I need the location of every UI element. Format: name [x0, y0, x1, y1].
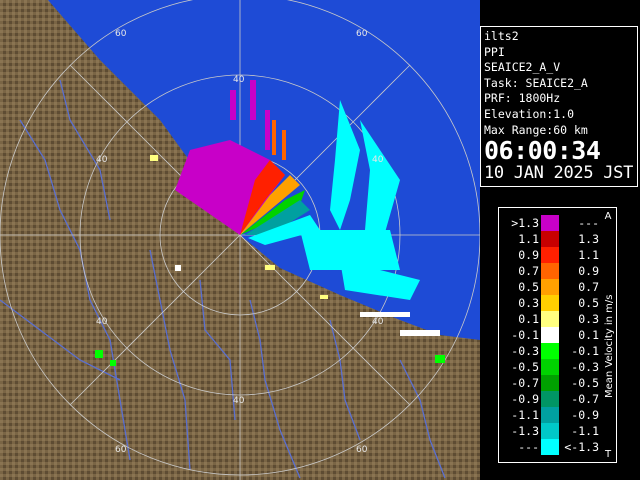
legend-lower-bound: >1.3 [511, 216, 539, 230]
legend-swatch [541, 279, 559, 295]
legend-swatch [541, 407, 559, 423]
legend-upper-bound: -0.3 [571, 360, 599, 374]
legend-swatch [541, 375, 559, 391]
legend-lower-bound: --- [518, 440, 539, 454]
legend-row: 0.7 0.9 [499, 263, 616, 279]
legend-upper-bound: -0.1 [571, 344, 599, 358]
task-name: Task: SEAICE2_A [484, 75, 588, 90]
legend-swatch [541, 231, 559, 247]
legend-row: -0.7 -0.5 [499, 375, 616, 391]
legend-lower-bound: -0.3 [511, 344, 539, 358]
legend-lower-bound: -0.1 [511, 328, 539, 342]
legend-upper-bound: 0.1 [578, 328, 599, 342]
legend-swatch [541, 359, 559, 375]
legend-upper-bound: -0.7 [571, 392, 599, 406]
legend-upper-bound: 1.3 [578, 232, 599, 246]
legend-swatch [541, 391, 559, 407]
legend-lower-bound: 0.9 [518, 248, 539, 262]
legend-title: A Mean Velocity in m/s T [604, 211, 615, 460]
legend-upper-bound: 1.1 [578, 248, 599, 262]
legend-lower-bound: -1.3 [511, 424, 539, 438]
legend-swatch [541, 423, 559, 439]
range-label: 40 [233, 75, 245, 85]
range-label: 40 [372, 317, 384, 327]
legend-lower-bound: -0.9 [511, 392, 539, 406]
legend-row: 0.9 1.1 [499, 247, 616, 263]
legend-swatch [541, 263, 559, 279]
scan-time: 06:00:34 [484, 136, 601, 166]
site-name: ilts2 [484, 29, 519, 43]
legend-swatch [541, 215, 559, 231]
legend-row: -0.1 0.1 [499, 327, 616, 343]
radar-map: 60 60 40 40 40 40 40 40 60 60 [0, 0, 480, 480]
scan-name: SEAICE2_A_V [484, 60, 561, 75]
range-label: 40 [96, 317, 108, 327]
range-label: 40 [96, 155, 108, 165]
legend-upper-bound: <-1.3 [564, 440, 599, 454]
info-panel: ilts2 PPI SEAICE2_A_V Task: SEAICE2_A PR… [480, 26, 638, 187]
legend-lower-bound: 1.1 [518, 232, 539, 246]
prf-value: PRF: 1800Hz [484, 91, 561, 106]
legend-row: -0.9 -0.7 [499, 391, 616, 407]
legend-swatch [541, 343, 559, 359]
legend-lower-bound: 0.3 [518, 296, 539, 310]
range-label: 40 [372, 155, 384, 165]
range-label: 60 [115, 29, 127, 39]
legend-swatch [541, 327, 559, 343]
legend-upper-bound: -0.9 [571, 408, 599, 422]
scan-date: 10 JAN 2025 JST [484, 163, 634, 184]
legend-row: -1.1 -0.9 [499, 407, 616, 423]
legend-row: --- <-1.3 [499, 439, 616, 455]
legend-upper-bound: --- [578, 216, 599, 230]
legend-lower-bound: 0.7 [518, 264, 539, 278]
legend-bottom-marker: T [604, 449, 612, 460]
legend-row: 1.1 1.3 [499, 231, 616, 247]
elevation-value: Elevation:1.0 [484, 106, 575, 121]
legend-swatch [541, 295, 559, 311]
legend-row: -0.3 -0.1 [499, 343, 616, 359]
scan-mode: PPI [484, 44, 505, 59]
legend-upper-bound: 0.5 [578, 296, 599, 310]
legend-upper-bound: 0.7 [578, 280, 599, 294]
legend-lower-bound: -0.7 [511, 376, 539, 390]
legend-swatch [541, 247, 559, 263]
legend-lower-bound: 0.1 [518, 312, 539, 326]
legend-lower-bound: -1.1 [511, 408, 539, 422]
legend-swatch [541, 439, 559, 455]
legend-row: >1.3 --- [499, 215, 616, 231]
color-legend: >1.3 --- 1.1 1.3 0.9 1.1 0.7 0.9 0.5 0.7 0.3 0.5 0.1… [498, 207, 617, 463]
range-label: 60 [356, 29, 368, 39]
legend-row: 0.5 0.7 [499, 279, 616, 295]
range-label: 60 [115, 445, 127, 455]
legend-upper-bound: -1.1 [571, 424, 599, 438]
range-label: 40 [233, 396, 245, 406]
legend-top-marker: A [605, 211, 612, 222]
legend-swatch [541, 311, 559, 327]
legend-lower-bound: -0.5 [511, 360, 539, 374]
legend-upper-bound: 0.3 [578, 312, 599, 326]
legend-title-text: Mean Velocity in m/s [604, 295, 615, 398]
legend-row: 0.1 0.3 [499, 311, 616, 327]
legend-lower-bound: 0.5 [518, 280, 539, 294]
legend-upper-bound: -0.5 [571, 376, 599, 390]
range-label: 60 [356, 445, 368, 455]
legend-row: -0.5 -0.3 [499, 359, 616, 375]
legend-row: 0.3 0.5 [499, 295, 616, 311]
legend-upper-bound: 0.9 [578, 264, 599, 278]
legend-row: -1.3 -1.1 [499, 423, 616, 439]
